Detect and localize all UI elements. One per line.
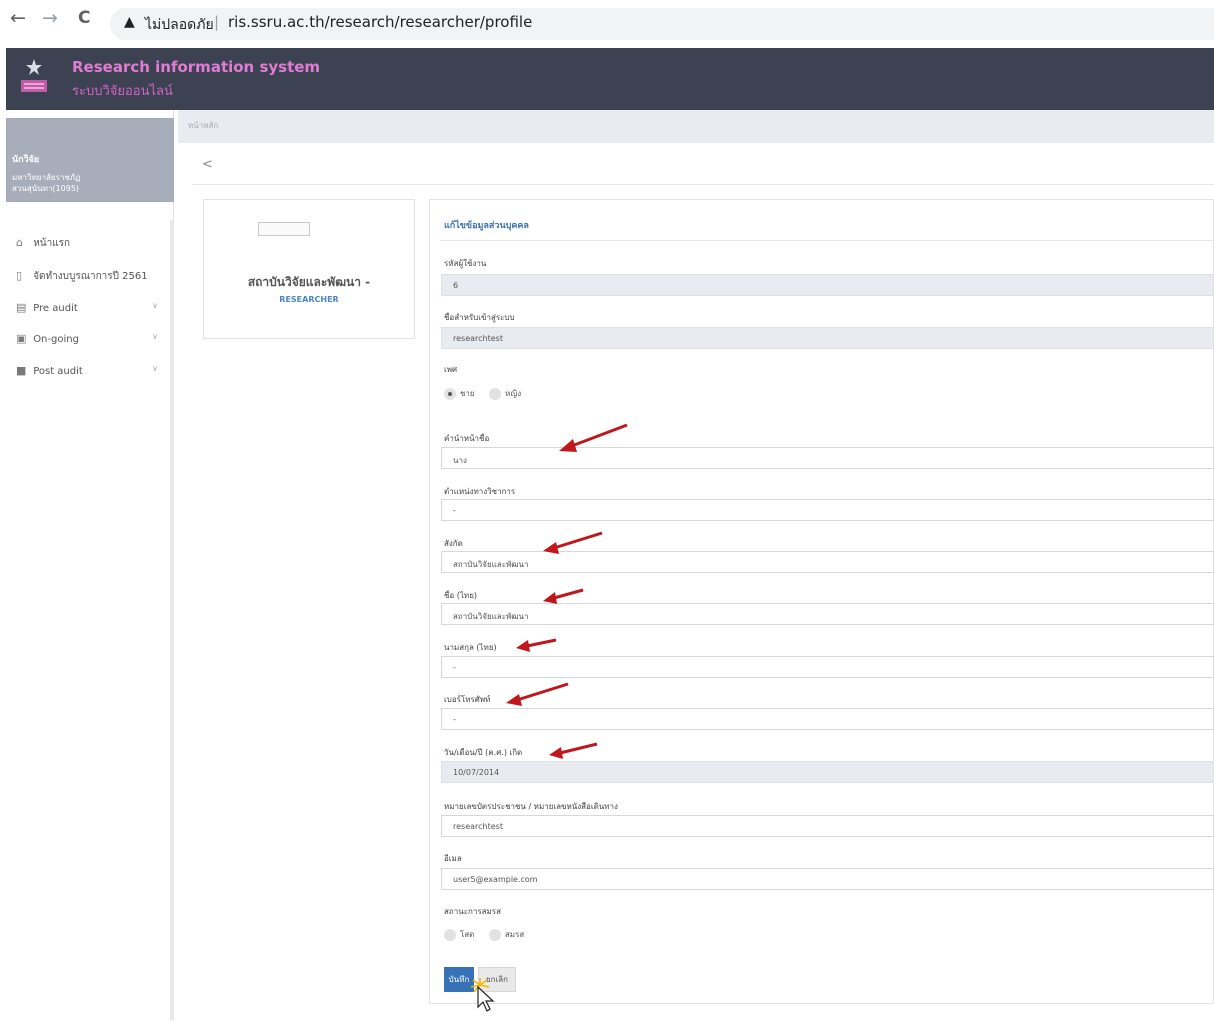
gender-female-radio[interactable] — [489, 387, 502, 400]
address-separator: | — [214, 13, 220, 31]
warning-icon[interactable]: ▲ — [124, 14, 135, 30]
back-arrow-icon[interactable]: ← — [10, 9, 26, 28]
url-text[interactable]: ris.ssru.ac.th/research/researcher/profi… — [228, 13, 532, 31]
email-label: อีเมล — [444, 854, 462, 863]
user-id-field: 6 — [441, 274, 1214, 296]
sidebar: นักวิจัย มหาวิทยาลัยราชภัฏสวนสุนันทา(109… — [6, 110, 174, 1021]
last-name-field[interactable]: - — [441, 656, 1214, 678]
divider — [440, 240, 1214, 241]
sidebar-item-post-audit[interactable]: ■ Post audit ∨ — [16, 364, 166, 377]
phone-field[interactable]: - — [441, 708, 1214, 730]
last-name-label: นามสกุล (ไทย) — [444, 643, 497, 652]
share-icon[interactable]: < — [202, 157, 213, 172]
sidebar-item-home[interactable]: ⌂ หน้าแรก — [16, 236, 166, 251]
gender-radio-group: ชาย หญิง — [444, 387, 533, 400]
play-square-icon: ▣ — [16, 332, 27, 345]
phone-label: เบอร์โทรศัพท์ — [444, 695, 491, 704]
academic-position-select[interactable]: - — [441, 499, 1214, 521]
gender-female-label: หญิง — [505, 389, 522, 398]
username-field: researchtest — [441, 327, 1214, 349]
email-field[interactable]: user5@example.com — [441, 868, 1214, 890]
sidebar-item-label: จัดทำงบบูรณาการปี 2561 — [33, 271, 148, 282]
marital-status-radio-group: โสด สมรส — [444, 928, 536, 941]
sidebar-item-label: Post audit — [33, 366, 83, 377]
user-info-box: นักวิจัย มหาวิทยาลัยราชภัฏสวนสุนันทา(109… — [6, 118, 174, 202]
sidebar-item-integration-budget[interactable]: ▯ จัดทำงบบูรณาการปี 2561 — [16, 269, 166, 284]
marital-single-radio[interactable] — [444, 928, 456, 941]
profile-name: สถาบันวิจัยและพัฒนา - — [247, 275, 371, 289]
profile-role: RESEARCHER — [279, 295, 339, 304]
form-title: แก้ไขข้อมูลส่วนบุคคล — [444, 221, 529, 231]
id-card-label: หมายเลขบัตรประชาชน / หมายเลขหนังสือเดินท… — [444, 802, 618, 811]
breadcrumb[interactable]: หน้าหลัก — [188, 119, 218, 132]
forward-arrow-icon[interactable]: → — [42, 9, 58, 28]
academic-position-label: ตำแหน่งทางวิชาการ — [444, 487, 516, 496]
gender-male-label: ชาย — [460, 389, 475, 398]
sidebar-item-pre-audit[interactable]: ▤ Pre audit ∨ — [16, 301, 166, 314]
profile-image — [258, 222, 310, 236]
id-card-field[interactable]: researchtest — [441, 815, 1214, 837]
first-name-label: ชื่อ (ไทย) — [444, 591, 478, 600]
sidebar-item-label: On-going — [33, 334, 79, 345]
chevron-down-icon: ∨ — [152, 301, 158, 310]
annotation-arrow-icon — [543, 588, 584, 604]
app-header: Research information system ระบบวิจัยออน… — [6, 48, 1214, 110]
marital-married-label: สมรส — [504, 930, 525, 939]
security-status[interactable]: ไม่ปลอดภัย — [145, 14, 214, 36]
marital-single-label: โสด — [460, 930, 475, 939]
university-logo-icon[interactable] — [18, 56, 50, 96]
annotation-arrow-icon — [516, 638, 557, 652]
browser-toolbar: ← → C ▲ ไม่ปลอดภัย | ris.ssru.ac.th/rese… — [0, 0, 1214, 48]
annotation-arrow-icon — [543, 531, 603, 554]
bookmark-icon: ▯ — [16, 269, 23, 282]
sidebar-item-on-going[interactable]: ▣ On-going ∨ — [16, 332, 166, 345]
user-organization: มหาวิทยาลัยราชภัฏสวนสุนันทา(1095) — [12, 173, 81, 193]
profile-card: สถาบันวิจัยและพัฒนา - RESEARCHER — [203, 199, 415, 339]
divider — [192, 184, 1214, 185]
chevron-down-icon: ∨ — [152, 332, 158, 341]
user-id-label: รหัสผู้ใช้งาน — [444, 259, 487, 268]
gender-male-radio[interactable] — [444, 387, 456, 400]
marital-married-radio[interactable] — [488, 928, 501, 941]
sidebar-item-label: หน้าแรก — [33, 238, 71, 249]
sidebar-item-label: Pre audit — [33, 303, 78, 314]
username-label: ชื่อสำหรับเข้าสู่ระบบ — [444, 313, 515, 322]
mouse-cursor-icon — [470, 978, 495, 1012]
marital-status-label: สถานะการสมรส — [444, 907, 501, 916]
document-icon: ▤ — [16, 301, 27, 314]
reload-icon[interactable]: C — [78, 10, 90, 27]
chevron-down-icon: ∨ — [152, 364, 158, 373]
sidebar-scrollbar[interactable] — [170, 220, 174, 1020]
file-icon: ■ — [16, 364, 27, 377]
birth-date-label: วัน/เดือน/ปี (ค.ศ.) เกิด — [444, 748, 523, 757]
home-icon: ⌂ — [16, 236, 23, 249]
annotation-arrow-icon — [549, 742, 598, 759]
prefix-label: คำนำหน้าชื่อ — [444, 434, 490, 443]
annotation-arrow-icon — [559, 423, 628, 452]
first-name-field[interactable]: สถาบันวิจัยและพัฒนา — [441, 603, 1214, 625]
breadcrumb-bar: หน้าหลัก — [178, 110, 1214, 143]
user-role: นักวิจัย — [12, 155, 40, 165]
app-subtitle: ระบบวิจัยออนไลน์ — [72, 84, 173, 99]
annotation-arrow-icon — [506, 682, 569, 706]
app-title: Research information system — [72, 58, 321, 76]
affiliation-label: สังกัด — [444, 539, 463, 548]
birth-date-field[interactable]: 10/07/2014 — [441, 761, 1214, 783]
gender-label: เพศ — [444, 365, 458, 374]
